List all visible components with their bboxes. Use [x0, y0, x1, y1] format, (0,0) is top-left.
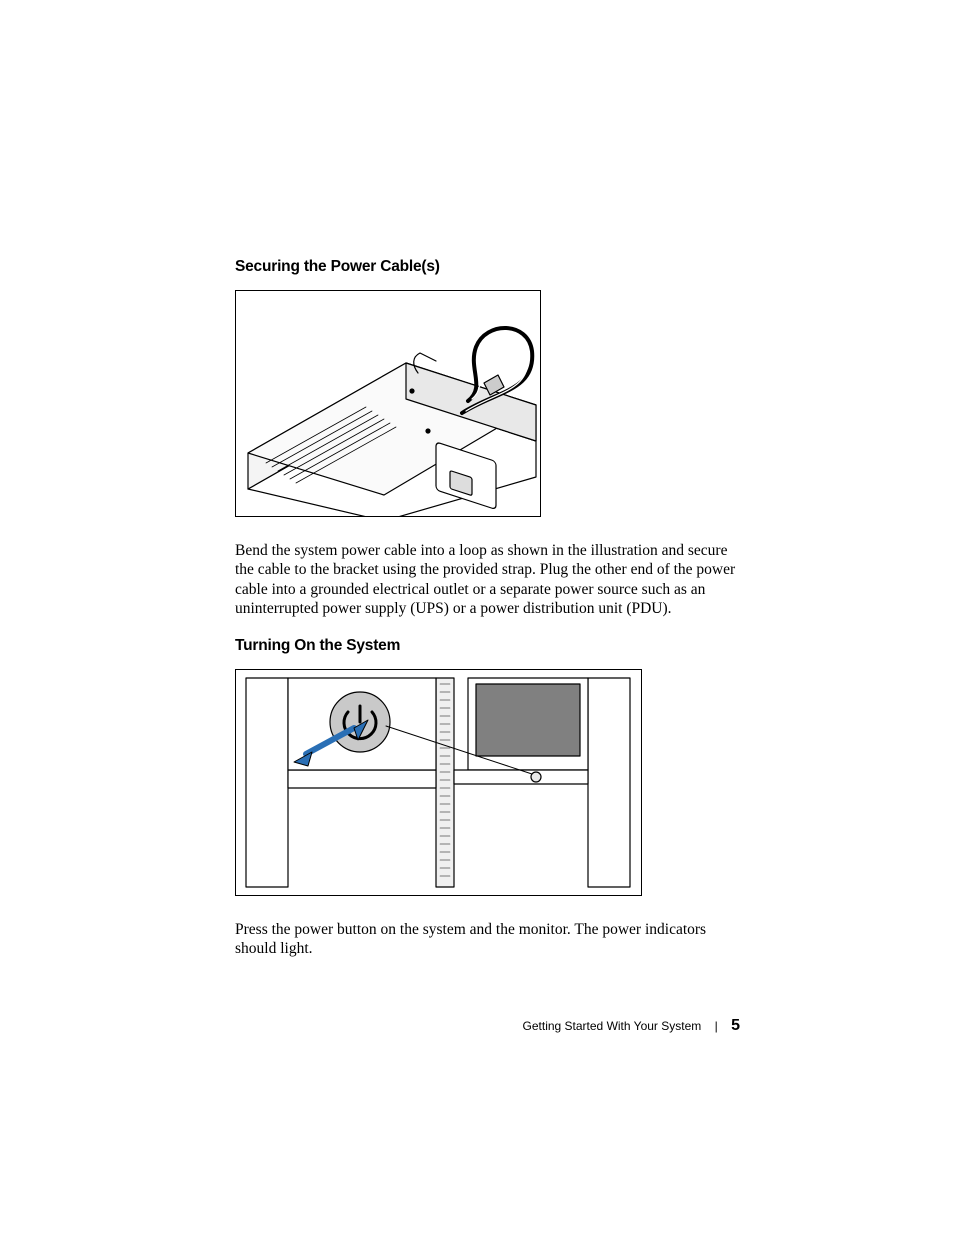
footer-separator: | [715, 1019, 718, 1033]
figure-power-cable-securing [235, 290, 541, 517]
power-on-illustration-icon [236, 670, 641, 895]
paragraph-turning-on-system: Press the power button on the system and… [235, 920, 740, 959]
page-footer: Getting Started With Your System | 5 [235, 1017, 740, 1035]
heading-securing-power-cable: Securing the Power Cable(s) [235, 258, 740, 276]
heading-turning-on-system: Turning On the System [235, 637, 740, 655]
paragraph-securing-power-cable: Bend the system power cable into a loop … [235, 541, 740, 619]
power-cable-illustration-icon [236, 291, 540, 516]
footer-page-number: 5 [731, 1017, 740, 1034]
footer-doc-title: Getting Started With Your System [523, 1019, 702, 1033]
figure-turning-on-system [235, 669, 642, 896]
